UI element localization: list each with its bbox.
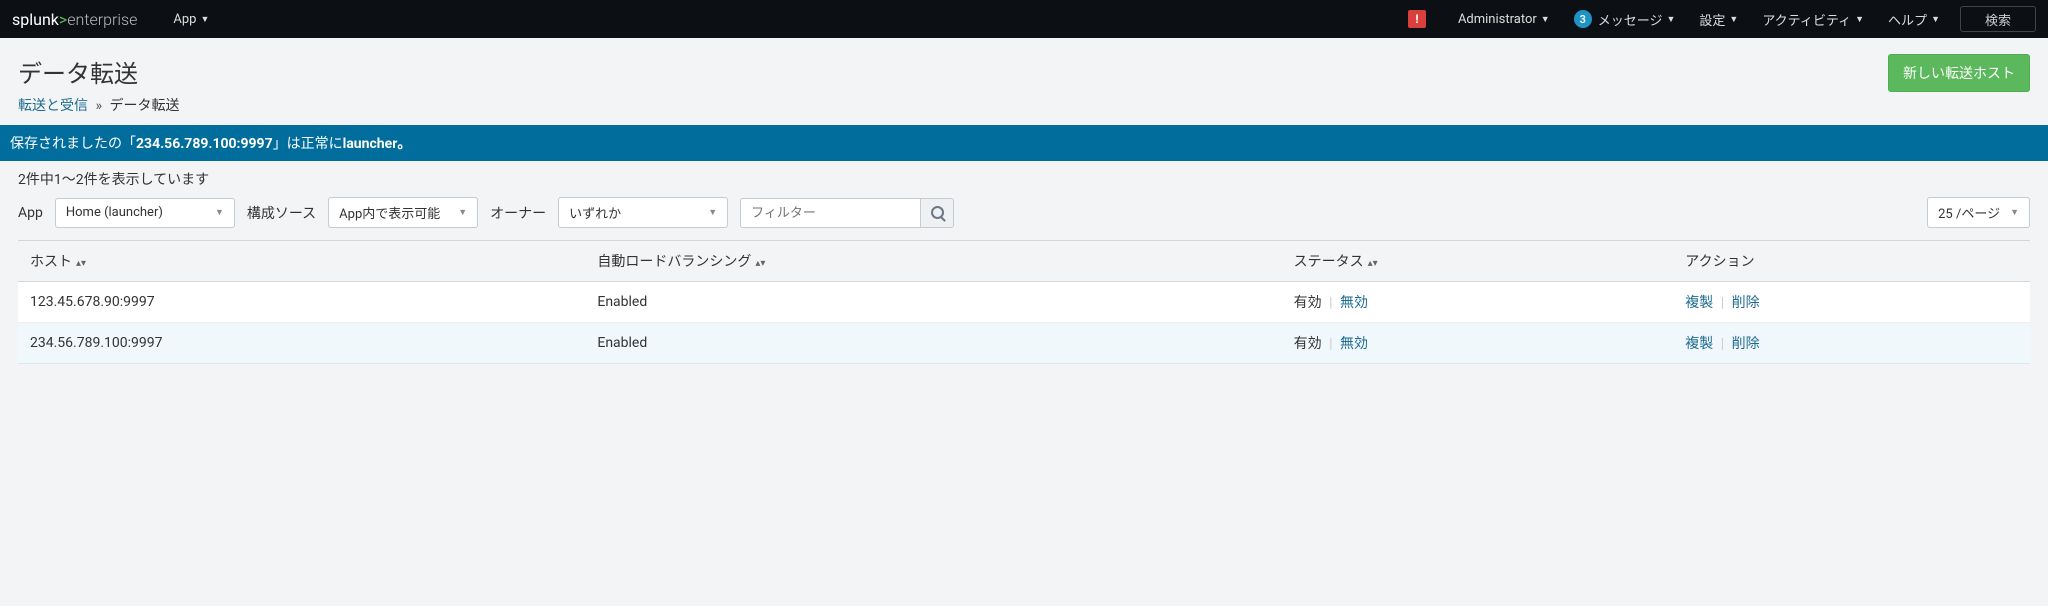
messages-badge: 3: [1574, 10, 1592, 28]
logo: splunk>enterprise: [12, 10, 137, 29]
nav-activity[interactable]: アクティビティ ▼: [1750, 0, 1876, 38]
disable-link[interactable]: 無効: [1340, 336, 1368, 352]
result-count: 2件中1〜2件を表示しています: [0, 161, 2048, 193]
divider: |: [1329, 295, 1332, 311]
cell-status: 有効 | 無効: [1282, 323, 1674, 364]
caret-down-icon: ▼: [1729, 14, 1738, 25]
owner-filter-value: いずれか: [569, 203, 621, 222]
filter-group: [740, 198, 954, 228]
clone-link[interactable]: 複製: [1685, 336, 1713, 352]
nav-help[interactable]: ヘルプ ▼: [1876, 0, 1952, 38]
status-text: 有効: [1294, 295, 1322, 311]
page-title: データ転送: [18, 54, 180, 89]
sort-icon: ▴▾: [1368, 258, 1378, 269]
nav-app-label: App: [173, 12, 196, 27]
caret-down-icon: ▼: [1855, 14, 1864, 25]
nav-admin-label: Administrator: [1458, 12, 1537, 27]
table-row: 234.56.789.100:9997 Enabled 有効 | 無効 複製 |…: [18, 323, 2030, 364]
app-filter-label: App: [18, 205, 43, 221]
page-header: データ転送 転送と受信 » データ転送 新しい転送ホスト: [0, 38, 2048, 125]
cell-status: 有効 | 無効: [1282, 282, 1674, 323]
col-status-label: ステータス: [1294, 254, 1364, 270]
nav-help-label: ヘルプ: [1888, 10, 1927, 29]
disable-link[interactable]: 無効: [1340, 295, 1368, 311]
banner-suffix: launcher。: [343, 136, 412, 152]
table-row: 123.45.678.90:9997 Enabled 有効 | 無効 複製 | …: [18, 282, 2030, 323]
sort-icon: ▴▾: [76, 258, 86, 269]
col-action-label: アクション: [1685, 254, 1754, 270]
app-filter-dropdown[interactable]: Home (launcher) ▼: [55, 198, 235, 228]
nav-app[interactable]: App ▼: [161, 0, 221, 38]
logo-post: enterprise: [67, 10, 137, 29]
filter-input[interactable]: [740, 198, 920, 228]
source-filter-value: App内で表示可能: [339, 203, 440, 222]
caret-down-icon: ▼: [708, 207, 717, 218]
breadcrumb-sep: »: [95, 98, 102, 114]
col-autolb-label: 自動ロードバランシング: [597, 254, 751, 270]
cell-autolb: Enabled: [585, 323, 1281, 364]
top-nav: splunk>enterprise App ▼ ! Administrator …: [0, 0, 2048, 38]
status-banner: 保存されましたの「234.56.789.100:9997」は正常にlaunche…: [0, 125, 2048, 161]
nav-activity-label: アクティビティ: [1762, 10, 1851, 29]
col-host[interactable]: ホスト ▴▾: [18, 241, 585, 282]
divider: |: [1721, 295, 1724, 311]
caret-down-icon: ▼: [2010, 207, 2019, 218]
alert-icon: !: [1408, 10, 1426, 28]
filter-search-button[interactable]: [920, 198, 954, 228]
caret-down-icon: ▼: [215, 207, 224, 218]
status-text: 有効: [1294, 336, 1322, 352]
new-forward-host-button[interactable]: 新しい転送ホスト: [1888, 54, 2030, 92]
nav-messages[interactable]: 3 メッセージ ▼: [1562, 0, 1688, 38]
caret-down-icon: ▼: [458, 207, 467, 218]
owner-filter-label: オーナー: [490, 203, 546, 223]
right-controls: 25 /ページ ▼: [1927, 197, 2030, 228]
cell-action: 複製 | 削除: [1673, 323, 2030, 364]
banner-mid: 」は正常に: [273, 136, 343, 152]
global-search-label: 検索: [1985, 10, 2011, 29]
source-filter-label: 構成ソース: [247, 203, 316, 223]
breadcrumb: 転送と受信 » データ転送: [18, 95, 180, 115]
app-filter-value: Home (launcher): [66, 205, 163, 220]
col-autolb[interactable]: 自動ロードバランシング ▴▾: [585, 241, 1281, 282]
logo-pre: splunk: [12, 10, 59, 29]
filter-controls: App Home (launcher) ▼ 構成ソース App内で表示可能 ▼ …: [0, 193, 2048, 240]
banner-prefix: 保存されましたの「: [10, 136, 136, 152]
caret-down-icon: ▼: [1931, 14, 1940, 25]
breadcrumb-current: データ転送: [110, 98, 180, 114]
cell-host: 234.56.789.100:9997: [18, 323, 585, 364]
source-filter-dropdown[interactable]: App内で表示可能 ▼: [328, 197, 478, 228]
table-header-row: ホスト ▴▾ 自動ロードバランシング ▴▾ ステータス ▴▾ アクション: [18, 241, 2030, 282]
global-search[interactable]: 検索: [1960, 6, 2036, 32]
nav-settings[interactable]: 設定 ▼: [1687, 0, 1750, 38]
delete-link[interactable]: 削除: [1732, 295, 1760, 311]
sort-icon: ▴▾: [755, 258, 765, 269]
caret-down-icon: ▼: [1666, 14, 1675, 25]
cell-action: 複製 | 削除: [1673, 282, 2030, 323]
nav-settings-label: 設定: [1699, 10, 1725, 29]
caret-down-icon: ▼: [201, 14, 210, 25]
hosts-table: ホスト ▴▾ 自動ロードバランシング ▴▾ ステータス ▴▾ アクション 123.45…: [18, 240, 2030, 364]
per-page-value: 25 /ページ: [1938, 203, 2000, 222]
page-header-left: データ転送 転送と受信 » データ転送: [18, 54, 180, 115]
cell-host: 123.45.678.90:9997: [18, 282, 585, 323]
col-status[interactable]: ステータス ▴▾: [1282, 241, 1674, 282]
divider: |: [1721, 336, 1724, 352]
col-action: アクション: [1673, 241, 2030, 282]
breadcrumb-link[interactable]: 転送と受信: [18, 98, 88, 114]
table-wrap: ホスト ▴▾ 自動ロードバランシング ▴▾ ステータス ▴▾ アクション 123.45…: [0, 240, 2048, 364]
nav-administrator[interactable]: Administrator ▼: [1446, 0, 1562, 38]
clone-link[interactable]: 複製: [1685, 295, 1713, 311]
delete-link[interactable]: 削除: [1732, 336, 1760, 352]
divider: |: [1329, 336, 1332, 352]
col-host-label: ホスト: [30, 254, 72, 270]
banner-host: 234.56.789.100:9997: [136, 136, 273, 152]
per-page-dropdown[interactable]: 25 /ページ ▼: [1927, 197, 2030, 228]
nav-alert[interactable]: !: [1396, 0, 1446, 38]
search-icon: [931, 206, 944, 219]
cell-autolb: Enabled: [585, 282, 1281, 323]
caret-down-icon: ▼: [1541, 14, 1550, 25]
nav-messages-label: メッセージ: [1598, 10, 1663, 29]
owner-filter-dropdown[interactable]: いずれか ▼: [558, 197, 728, 228]
